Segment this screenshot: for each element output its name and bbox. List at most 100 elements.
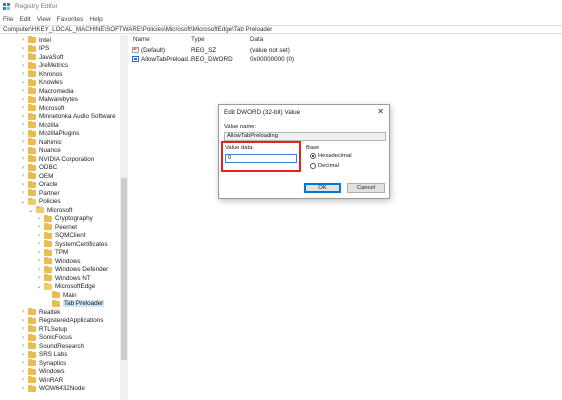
tree-item[interactable]: ⌄ Microsoft <box>28 206 73 214</box>
tree-item[interactable]: › TPM <box>36 248 68 257</box>
menu-favorites[interactable]: Favorites <box>57 16 84 23</box>
value-data-input[interactable]: 0 <box>225 154 297 163</box>
close-icon[interactable]: ✕ <box>377 107 384 116</box>
tree-item[interactable]: › WOW6432Node <box>20 384 85 393</box>
chevron-right-icon[interactable]: › <box>20 97 26 103</box>
value-name-field[interactable]: AllowTabPreloading <box>224 132 386 141</box>
menu-edit[interactable]: Edit <box>19 16 30 23</box>
menu-view[interactable]: View <box>37 16 51 23</box>
chevron-right-icon[interactable]: › <box>20 88 26 94</box>
chevron-right-icon[interactable]: › <box>20 318 26 324</box>
chevron-right-icon[interactable]: › <box>20 386 26 392</box>
tree-item[interactable]: › Windows NT <box>36 274 91 282</box>
cancel-button[interactable]: Cancel <box>347 183 385 193</box>
chevron-right-icon[interactable]: › <box>20 63 26 69</box>
chevron-right-icon[interactable]: › <box>20 165 26 171</box>
chevron-right-icon[interactable]: › <box>20 131 26 137</box>
tree-item[interactable]: › Mozilla <box>20 121 59 129</box>
tree-item[interactable]: › Intel <box>20 36 51 44</box>
chevron-right-icon[interactable]: › <box>20 182 26 188</box>
tree-item[interactable]: › JavaSoft <box>20 53 64 61</box>
chevron-right-icon[interactable]: › <box>20 352 26 358</box>
tree-item[interactable]: › Nahimic <box>20 138 62 146</box>
chevron-right-icon[interactable]: › <box>36 224 42 230</box>
chevron-right-icon[interactable]: › <box>20 105 26 111</box>
chevron-right-icon[interactable]: › <box>20 114 26 120</box>
tree-item[interactable]: › Synaptics <box>20 359 66 367</box>
tree-item[interactable]: › Realtek <box>20 308 60 316</box>
tree-item[interactable]: › Nuance <box>20 146 61 155</box>
chevron-right-icon[interactable]: › <box>20 190 26 196</box>
chevron-right-icon[interactable]: › <box>36 216 42 222</box>
tree-item[interactable]: › IPS <box>20 44 49 53</box>
chevron-right-icon[interactable]: › <box>20 335 26 341</box>
column-header-type[interactable]: Type <box>191 36 205 45</box>
address-bar[interactable]: Computer\HKEY_LOCAL_MACHINE\SOFTWARE\Pol… <box>0 25 562 34</box>
tree-item[interactable]: › WinRAR <box>20 376 63 384</box>
tree-item[interactable]: › SystemCertificates <box>36 240 108 248</box>
tree-item[interactable]: › OEM <box>20 172 53 180</box>
tree-item[interactable]: › Windows <box>36 257 81 265</box>
tree-item[interactable]: ⌄ Policies <box>20 197 61 206</box>
tree-item[interactable]: › Cryptography <box>36 214 93 223</box>
tree-item[interactable]: Tab Preloader <box>44 299 105 308</box>
ok-button[interactable]: OK <box>304 183 341 193</box>
value-row-name[interactable]: AllowTabPreload... <box>132 55 193 63</box>
chevron-right-icon[interactable]: › <box>20 148 26 154</box>
tree-item[interactable]: › MozillaPlugins <box>20 129 79 138</box>
column-header-name[interactable]: Name <box>133 36 150 45</box>
chevron-right-icon[interactable]: › <box>20 37 26 43</box>
chevron-right-icon[interactable]: › <box>20 377 26 383</box>
chevron-right-icon[interactable]: › <box>36 241 42 247</box>
chevron-right-icon[interactable]: › <box>20 80 26 86</box>
tree-item[interactable]: › Windows Defender <box>36 265 108 274</box>
tree-item[interactable]: › Khronos <box>20 70 62 78</box>
chevron-right-icon[interactable]: › <box>36 233 42 239</box>
tree-item[interactable]: › Microsoft <box>20 104 65 112</box>
menu-help[interactable]: Help <box>89 16 102 23</box>
chevron-right-icon[interactable]: › <box>20 369 26 375</box>
radio-decimal[interactable]: Decimal <box>310 163 339 169</box>
column-header-data[interactable]: Data <box>250 36 263 45</box>
chevron-right-icon[interactable]: › <box>36 258 42 264</box>
chevron-down-icon[interactable]: ⌄ <box>36 283 42 290</box>
chevron-right-icon[interactable]: › <box>20 326 26 332</box>
chevron-right-icon[interactable]: › <box>20 139 26 145</box>
tree-item[interactable]: › Malwarebytes <box>20 95 78 104</box>
chevron-right-icon[interactable]: › <box>20 343 26 349</box>
tree-item[interactable]: ⌄ MicrosoftEdge <box>36 282 95 291</box>
key-tree[interactable]: › Intel › IPS › JavaSoft › JreMetrics › Khronos › K… <box>0 35 128 400</box>
value-row-name[interactable]: (Default) <box>132 46 165 54</box>
chevron-right-icon[interactable]: › <box>20 54 26 60</box>
tree-item[interactable]: › JreMetrics <box>20 61 68 70</box>
tree-item[interactable]: › SQMClient <box>36 231 85 240</box>
tree-item[interactable]: › NVIDIA Corporation <box>20 155 94 163</box>
tree-item[interactable]: › Minnetonka Audio Software <box>20 112 116 121</box>
tree-item[interactable]: › SRS Labs <box>20 350 67 359</box>
tree-scrollbar-thumb[interactable] <box>121 178 127 360</box>
chevron-right-icon[interactable]: › <box>20 71 26 77</box>
chevron-right-icon[interactable]: › <box>20 173 26 179</box>
chevron-right-icon[interactable]: › <box>20 122 26 128</box>
tree-item[interactable]: › Knowles <box>20 78 63 87</box>
tree-item[interactable]: › Oracle <box>20 180 58 189</box>
tree-item[interactable]: › Partner <box>20 189 60 197</box>
chevron-down-icon[interactable]: ⌄ <box>28 207 34 214</box>
chevron-right-icon[interactable]: › <box>36 275 42 281</box>
tree-item[interactable]: Main <box>44 291 77 299</box>
tree-item[interactable]: › ODBC <box>20 163 57 172</box>
tree-item[interactable]: › Peernet <box>36 223 77 231</box>
chevron-right-icon[interactable]: › <box>20 46 26 52</box>
tree-item[interactable]: › SonicFocus <box>20 333 72 342</box>
chevron-down-icon[interactable]: ⌄ <box>20 198 26 205</box>
chevron-right-icon[interactable]: › <box>20 360 26 366</box>
tree-item[interactable]: › Windows <box>20 367 65 376</box>
tree-item[interactable]: › SoundResearch <box>20 342 84 350</box>
chevron-right-icon[interactable]: › <box>36 250 42 256</box>
menu-file[interactable]: File <box>3 16 13 23</box>
chevron-right-icon[interactable]: › <box>36 267 42 273</box>
tree-item[interactable]: › RegisteredApplications <box>20 316 103 325</box>
tree-item[interactable]: › RTLSetup <box>20 325 67 333</box>
tree-item[interactable]: › Macromedia <box>20 87 74 95</box>
chevron-right-icon[interactable]: › <box>20 156 26 162</box>
